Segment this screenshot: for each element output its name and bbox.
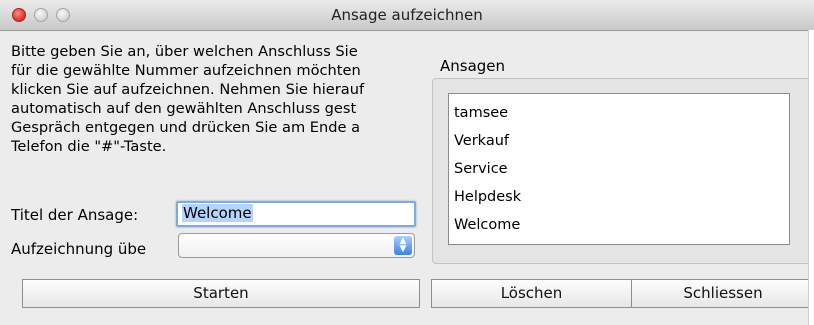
window-edge [808,30,814,325]
close-button[interactable]: Schliessen [631,279,814,308]
window-title: Ansage aufzeichnen [331,6,483,24]
title-bar: Ansage aufzeichnen [0,0,814,31]
instructions-line: Bitte geben Sie an, über welchen Anschlu… [11,43,358,60]
list-item[interactable]: tamsee [454,99,789,127]
title-input[interactable]: Welcome [176,201,416,227]
dialog-window: Ansage aufzeichnen Bitte geben Sie an, ü… [0,0,814,325]
list-item[interactable]: Welcome [454,211,789,239]
start-button[interactable]: Starten [22,279,420,308]
list-item[interactable]: Helpdesk [454,183,789,211]
list-item[interactable]: Verkauf [454,127,789,155]
delete-button[interactable]: Löschen [431,279,632,308]
instructions-line: Gespräch entgegen und drücken Sie am End… [11,119,361,136]
title-label: Titel der Ansage: [11,206,139,224]
list-item[interactable]: Service [454,155,789,183]
announcements-list[interactable]: tamsee Verkauf Service Helpdesk Welcome [448,93,790,245]
instructions-line: klicken Sie auf aufzeichnen. Nehmen Sie … [11,81,365,98]
updown-arrows-icon: ▲ ▼ [394,236,412,255]
title-input-value: Welcome [182,204,253,222]
instructions-line: für die gewählte Nummer aufzeichnen möch… [11,62,361,79]
instructions-text: Bitte geben Sie an, über welchen Anschlu… [11,42,419,192]
instructions-line: Telefon die "#"-Taste. [11,138,167,155]
announcements-label: Ansagen [440,57,506,75]
record-via-label: Aufzeichnung übe [11,240,147,258]
instructions-line: automatisch auf den gewählten Anschluss … [11,100,357,117]
record-via-select[interactable]: ▲ ▼ [178,233,415,258]
